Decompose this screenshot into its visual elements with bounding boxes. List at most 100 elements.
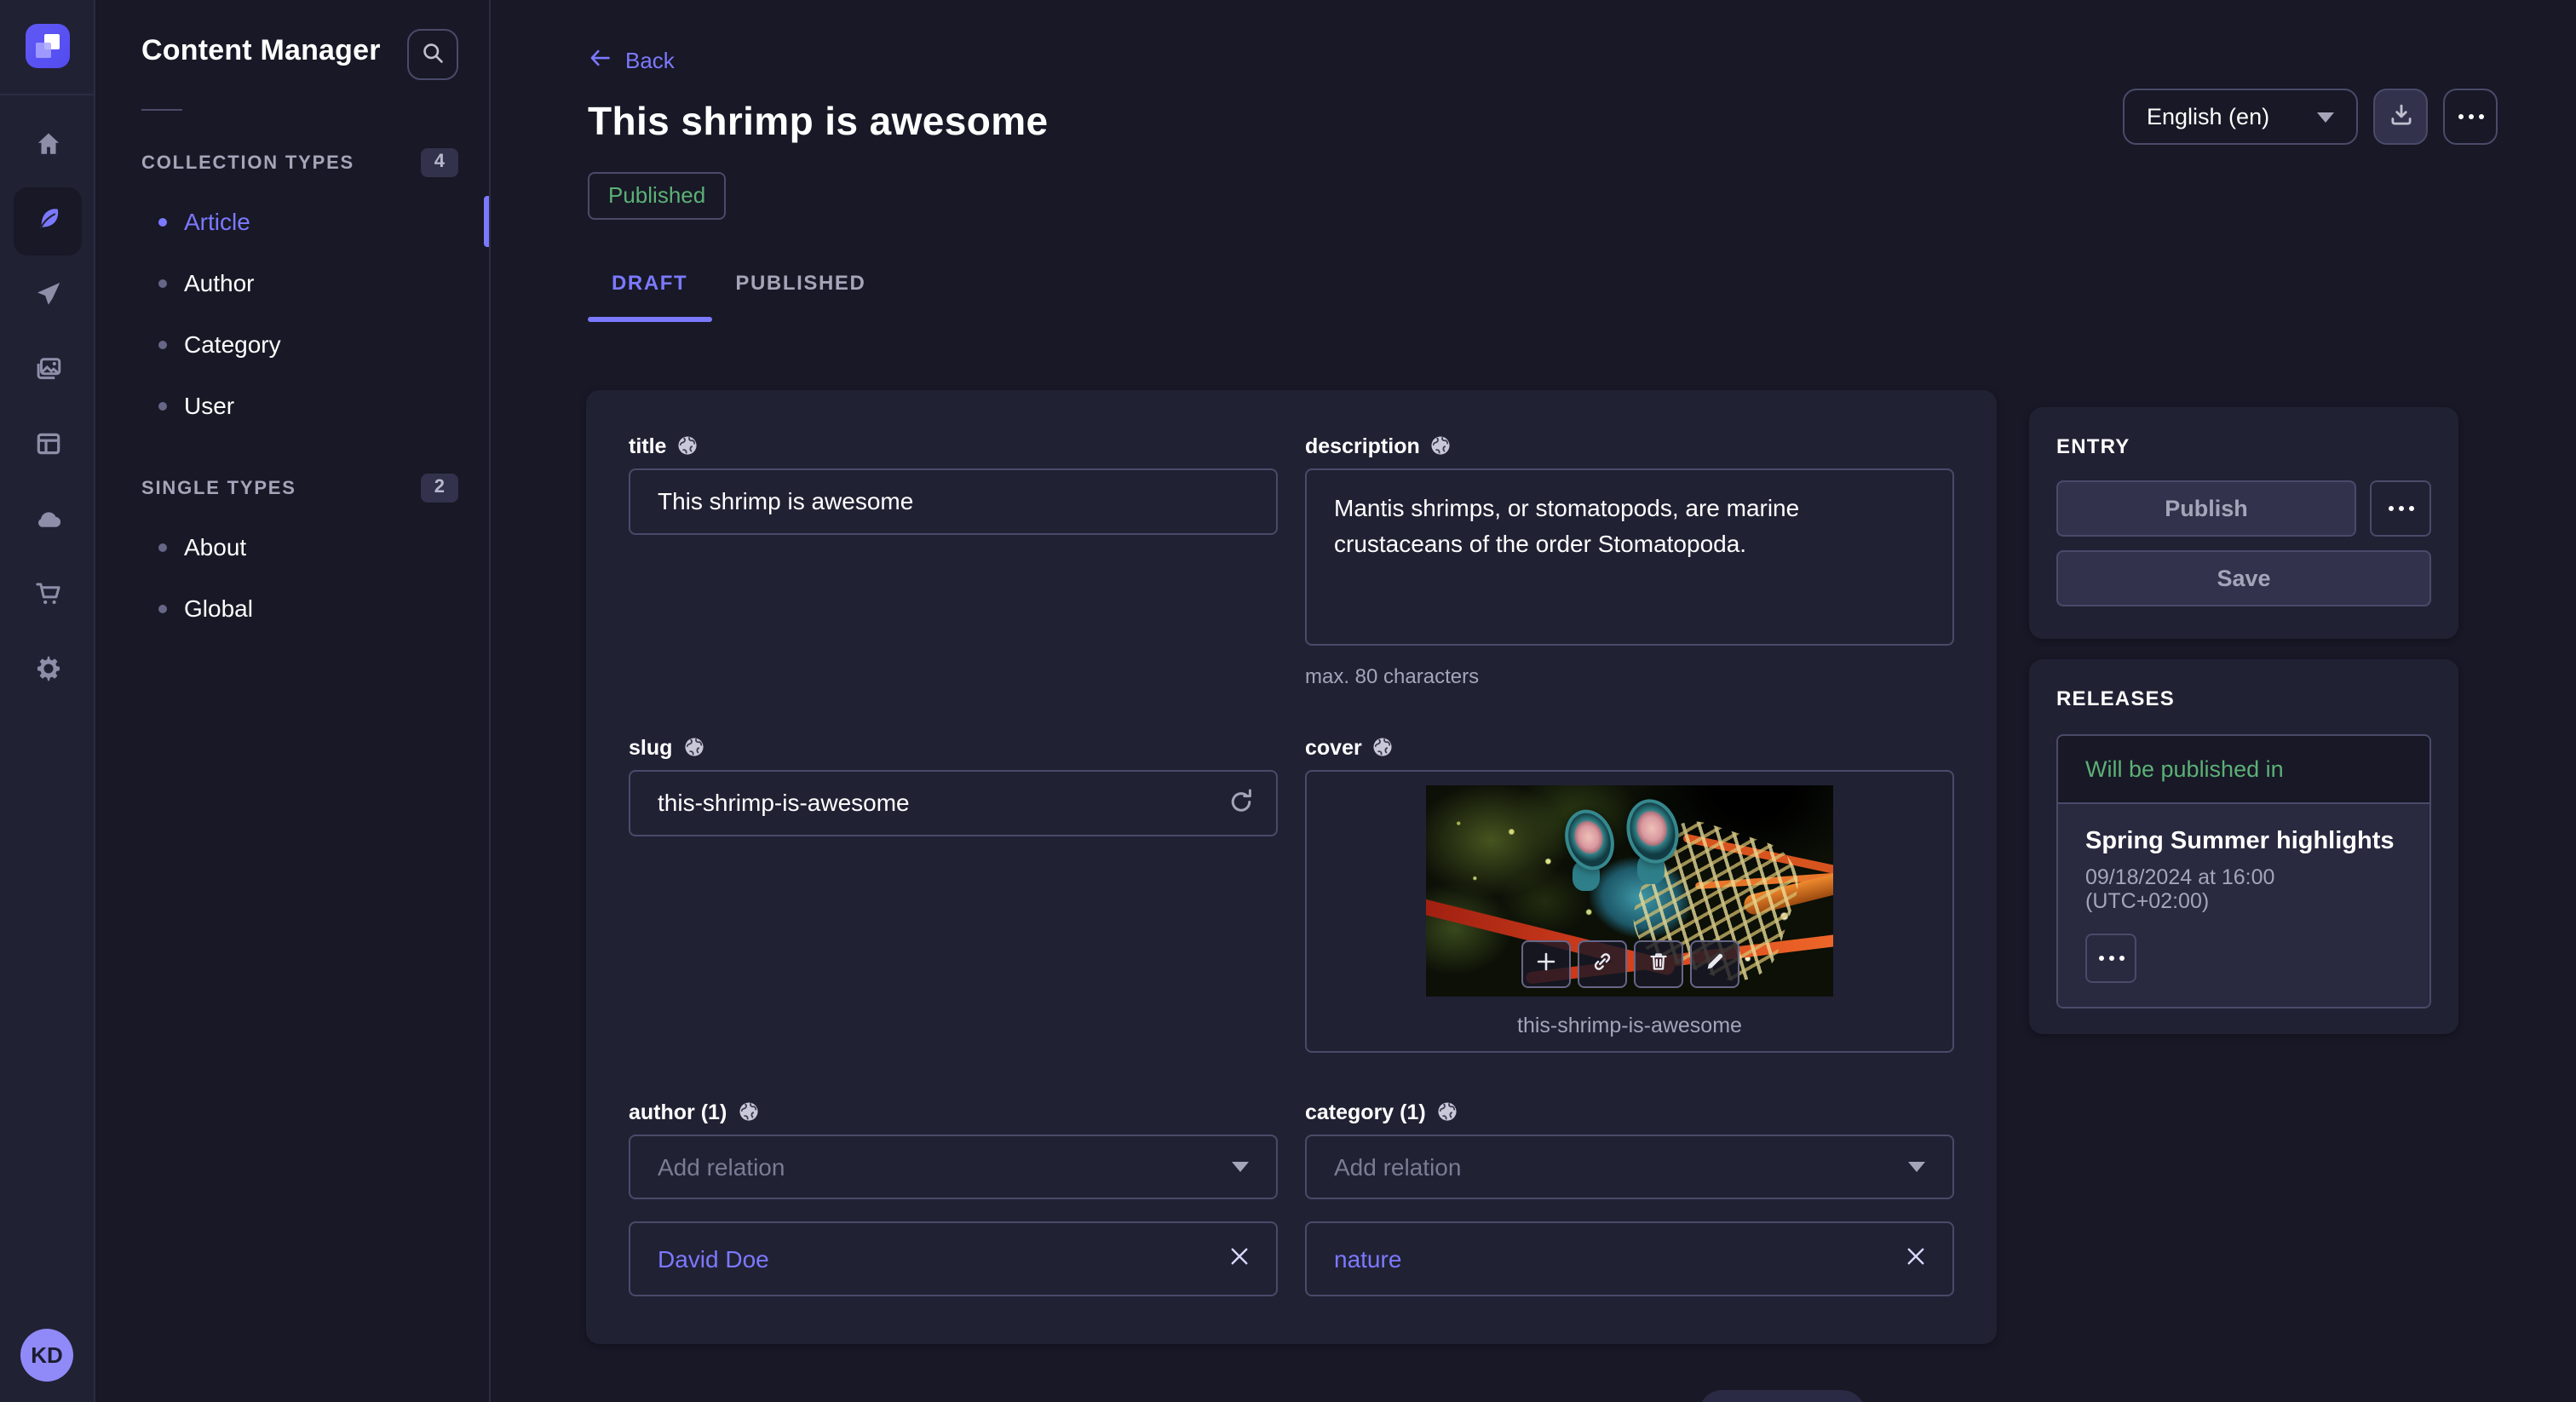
tab-label: DRAFT <box>612 270 687 294</box>
description-textarea[interactable]: Mantis shrimps, or stomatopods, are mari… <box>1305 468 1954 645</box>
tab-draft[interactable]: DRAFT <box>588 270 711 321</box>
pencil-icon <box>1703 950 1725 977</box>
globe-icon <box>1436 1100 1458 1123</box>
sidebar-item-user[interactable]: User <box>95 375 489 436</box>
remove-author-relation-button[interactable] <box>1227 1242 1252 1274</box>
more-icon <box>2458 114 2483 119</box>
content-manager-subnav: Content Manager COLLECTION TYPES 4 Artic… <box>95 0 491 1402</box>
search-button[interactable] <box>407 29 458 80</box>
sidebar-item-label: User <box>184 392 234 419</box>
sidebar-item-label: About <box>184 533 246 560</box>
relation-link-david-doe[interactable]: David Doe <box>658 1244 769 1272</box>
category-relation-chip: nature <box>1305 1221 1954 1296</box>
relation-link-nature[interactable]: nature <box>1334 1244 1401 1272</box>
author-relation-select[interactable]: Add relation <box>629 1134 1278 1198</box>
tab-published[interactable]: PUBLISHED <box>711 270 889 321</box>
strapi-logo[interactable] <box>26 24 70 68</box>
nav-content-manager[interactable] <box>14 187 82 256</box>
logo-mark-2 <box>36 43 51 58</box>
globe-icon <box>676 434 699 457</box>
sidebar-item-label: Article <box>184 208 250 235</box>
subnav-divider <box>141 109 182 111</box>
refresh-icon <box>1227 795 1256 820</box>
link-icon <box>1590 950 1613 977</box>
back-arrow-icon <box>588 46 612 75</box>
add-media-button[interactable] <box>1521 939 1570 987</box>
sidebar-item-global[interactable]: Global <box>95 577 489 639</box>
slug-input[interactable] <box>629 769 1278 836</box>
app-root: KD Content Manager COLLECTION TYPES 4 Ar… <box>0 0 2576 1402</box>
cover-filename: this-shrimp-is-awesome <box>1517 1013 1742 1037</box>
paper-plane-icon <box>33 279 62 313</box>
section-label-single-types: SINGLE TYPES <box>141 478 296 498</box>
sidebar-item-article[interactable]: Article <box>95 191 489 252</box>
sidebar-item-label: Global <box>184 595 253 622</box>
sidebar-item-about[interactable]: About <box>95 516 489 577</box>
bullet-icon <box>158 604 167 612</box>
images-icon <box>33 354 62 388</box>
sidebar-item-author[interactable]: Author <box>95 252 489 313</box>
remove-category-relation-button[interactable] <box>1903 1242 1929 1274</box>
globe-icon <box>1430 434 1452 457</box>
nav-home[interactable] <box>14 112 82 181</box>
author-relation-chip: David Doe <box>629 1221 1278 1296</box>
field-author: author (1) Add relation David Doe <box>629 1096 1278 1296</box>
title-input[interactable] <box>629 468 1278 534</box>
bullet-icon <box>158 217 167 226</box>
download-button[interactable] <box>2373 89 2428 145</box>
collection-types-count-badge: 4 <box>421 148 458 177</box>
release-name: Spring Summer highlights <box>2085 828 2402 855</box>
publish-button[interactable]: Publish <box>2056 480 2356 537</box>
back-link[interactable]: Back <box>588 46 675 75</box>
bullet-icon <box>158 340 167 348</box>
search-icon <box>421 40 445 69</box>
regenerate-slug-button[interactable] <box>1225 786 1257 819</box>
sidebar-item-label: Author <box>184 269 255 296</box>
chevron-down-icon <box>1232 1161 1249 1171</box>
sidebar-item-category[interactable]: Category <box>95 313 489 375</box>
avatar[interactable]: KD <box>20 1329 73 1382</box>
globe-icon <box>1372 736 1394 758</box>
release-more-button[interactable] <box>2085 934 2136 983</box>
nav-deploy[interactable] <box>14 487 82 555</box>
single-types-count-badge: 2 <box>421 474 458 503</box>
relation-placeholder: Add relation <box>658 1152 785 1180</box>
active-indicator <box>484 196 489 247</box>
tab-label: PUBLISHED <box>735 270 865 294</box>
bullet-icon <box>158 543 167 551</box>
locale-select[interactable]: English (en) <box>2123 89 2358 145</box>
nav-settings[interactable] <box>14 637 82 705</box>
nav-media-library[interactable] <box>14 337 82 405</box>
releases-panel-title: RELEASES <box>2056 687 2431 710</box>
save-button[interactable]: Save <box>2056 550 2431 606</box>
cart-icon <box>33 579 62 613</box>
field-label-text: slug <box>629 735 672 759</box>
delete-media-button[interactable] <box>1633 939 1682 987</box>
scroll-peek-button[interactable] <box>1699 1390 1866 1402</box>
status-badge: Published <box>588 172 726 219</box>
entry-more-button[interactable] <box>2370 480 2431 537</box>
edit-media-button[interactable] <box>1689 939 1739 987</box>
section-label-collection-types: COLLECTION TYPES <box>141 152 354 173</box>
header-more-button[interactable] <box>2443 89 2498 145</box>
nav-marketplace[interactable] <box>14 562 82 630</box>
field-label-text: description <box>1305 434 1420 457</box>
trash-icon <box>1647 950 1669 977</box>
download-icon <box>2388 101 2413 132</box>
cover-image-mantis-shrimp <box>1426 784 1833 996</box>
field-description: description Mantis shrimps, or stomatopo… <box>1305 430 1954 687</box>
version-tabs: DRAFT PUBLISHED <box>588 270 2576 321</box>
field-category: category (1) Add relation nature <box>1305 1096 1954 1296</box>
back-label: Back <box>625 48 675 73</box>
entry-panel: ENTRY Publish Save <box>2029 407 2458 639</box>
locale-value: English (en) <box>2147 104 2269 129</box>
plus-icon <box>1534 950 1556 977</box>
nav-releases[interactable] <box>14 262 82 330</box>
nav-content-type-builder[interactable] <box>14 412 82 480</box>
field-label-author: author (1) <box>629 1096 1278 1127</box>
category-relation-select[interactable]: Add relation <box>1305 1134 1954 1198</box>
sidebar-item-label: Category <box>184 330 281 358</box>
feather-icon <box>33 204 62 238</box>
tab-active-underline <box>588 316 711 321</box>
copy-link-button[interactable] <box>1577 939 1626 987</box>
